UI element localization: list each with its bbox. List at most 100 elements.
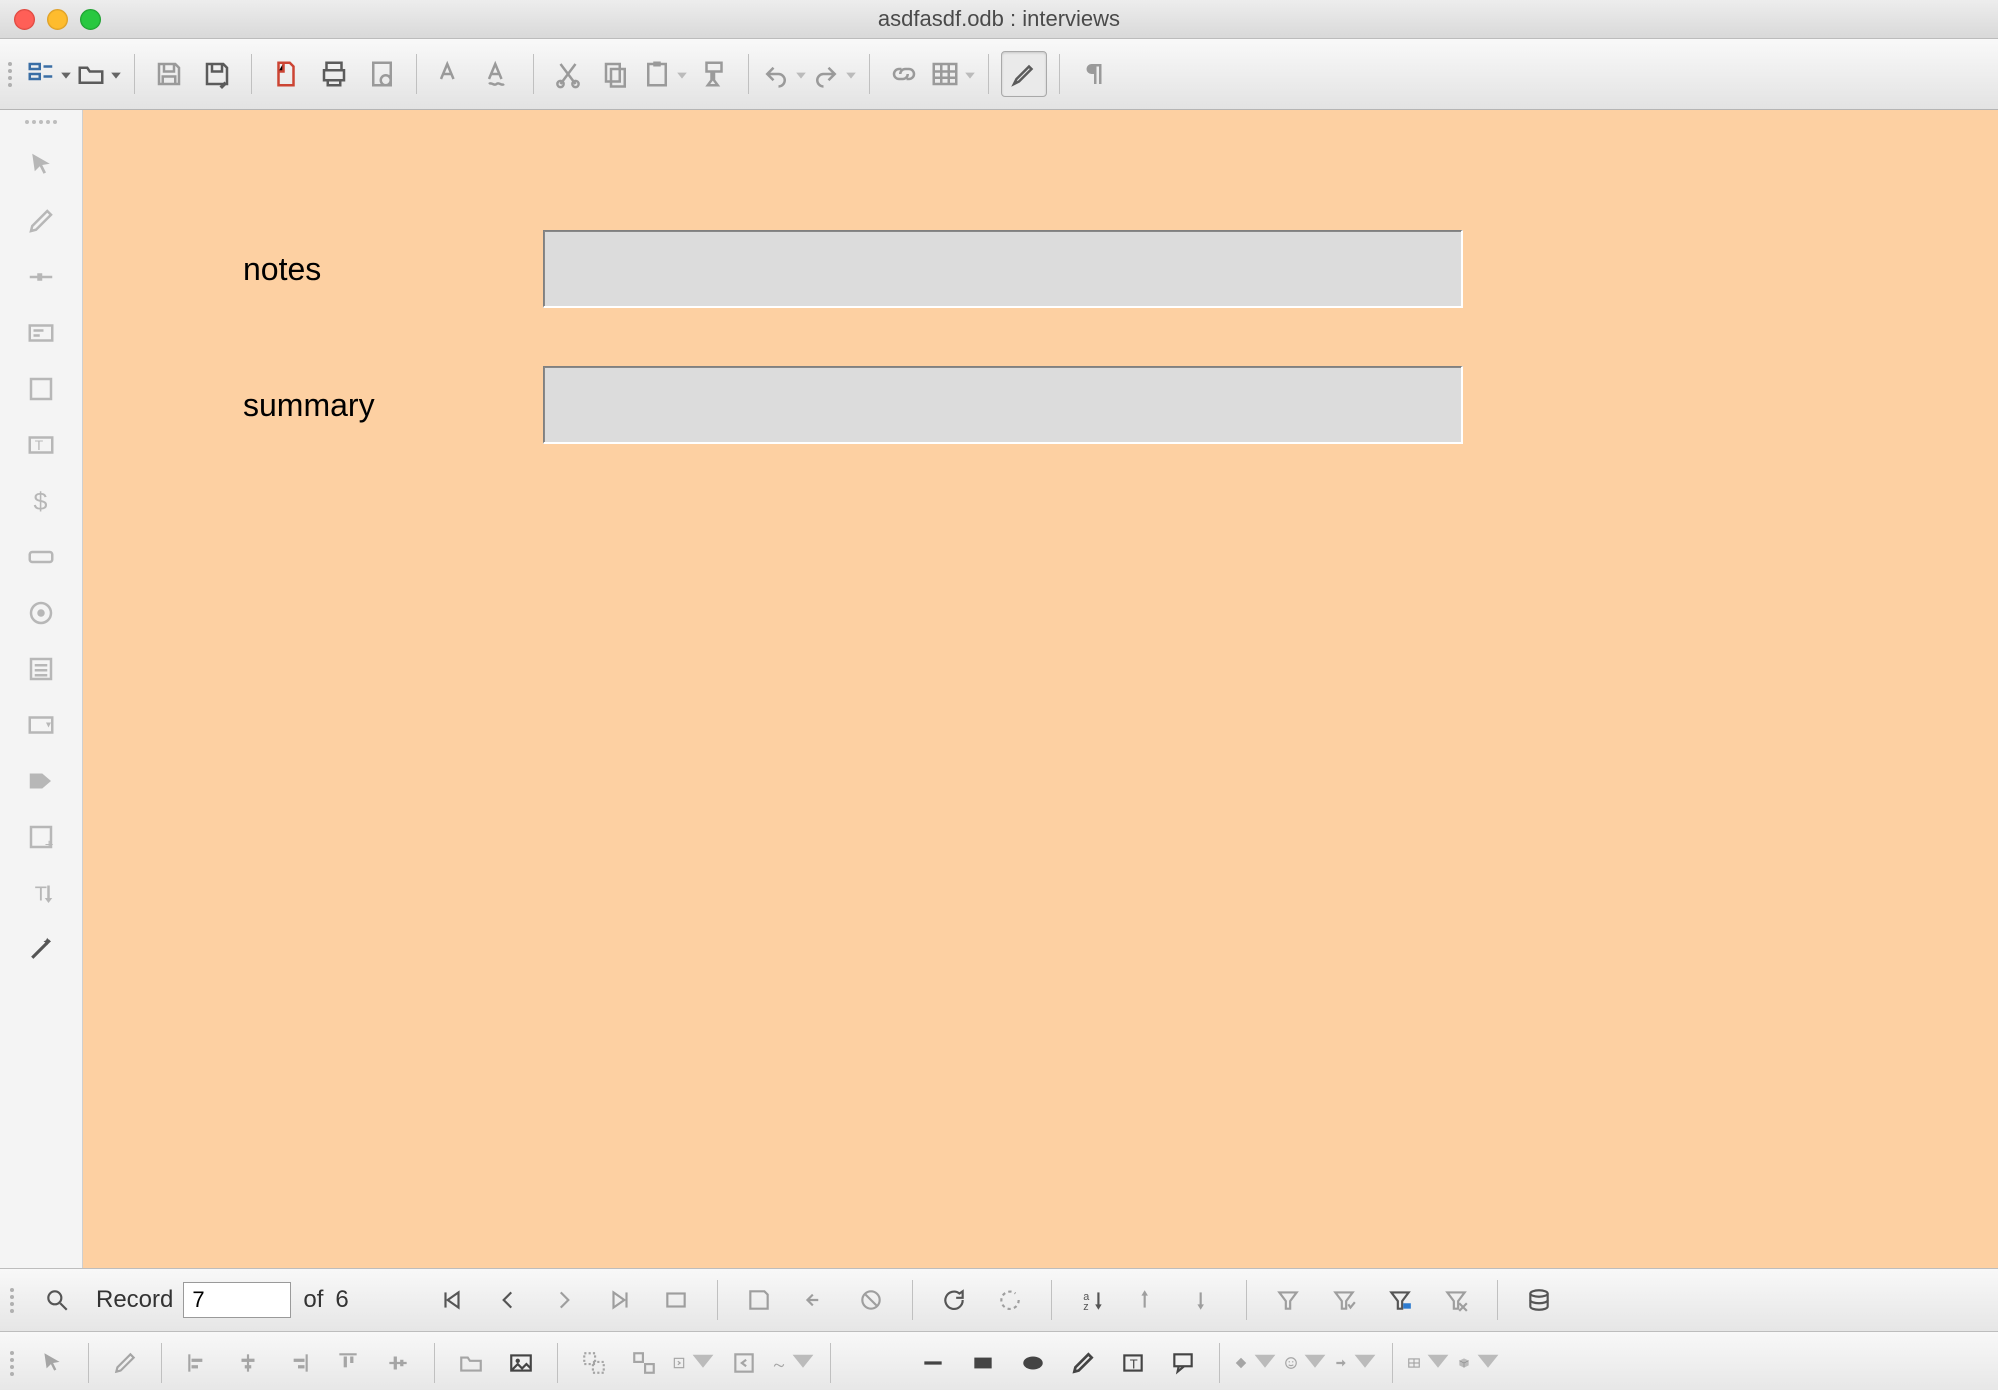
insert-image-button[interactable]: [499, 1341, 543, 1385]
toolbar-grip[interactable]: [10, 1280, 20, 1320]
last-record-button[interactable]: [597, 1277, 643, 1323]
autofilter-button[interactable]: [1265, 1277, 1311, 1323]
insert-table-button[interactable]: [1407, 1341, 1451, 1385]
chevron-down-icon[interactable]: [795, 61, 807, 87]
select-draw-button[interactable]: [30, 1341, 74, 1385]
form-canvas-scroll[interactable]: notes summary: [83, 110, 1998, 1268]
vertical-text-tool[interactable]: T: [18, 870, 64, 916]
exit-group-button[interactable]: [722, 1341, 766, 1385]
formatting-marks-button[interactable]: [1072, 52, 1116, 96]
align-middle-button[interactable]: [376, 1341, 420, 1385]
3d-objects-button[interactable]: [1457, 1341, 1501, 1385]
data-source-button[interactable]: [1516, 1277, 1562, 1323]
highlighting-button[interactable]: [1001, 51, 1047, 97]
notes-input[interactable]: [543, 230, 1463, 308]
remove-filter-button[interactable]: [1433, 1277, 1479, 1323]
wizard-tool[interactable]: [18, 926, 64, 972]
label-field-tool[interactable]: [18, 310, 64, 356]
edit-tool[interactable]: [18, 198, 64, 244]
image-control-tool[interactable]: [18, 758, 64, 804]
chevron-down-icon[interactable]: [1425, 1347, 1451, 1379]
close-window-button[interactable]: [14, 9, 35, 30]
checkbox-tool[interactable]: [18, 366, 64, 412]
new-record-button[interactable]: [653, 1277, 699, 1323]
edit-points-button[interactable]: [103, 1341, 147, 1385]
print-preview-button[interactable]: [360, 52, 404, 96]
chevron-down-icon[interactable]: [790, 1347, 816, 1379]
next-record-button[interactable]: [541, 1277, 587, 1323]
minimize-window-button[interactable]: [47, 9, 68, 30]
text-draw-button[interactable]: T: [1111, 1341, 1155, 1385]
callout-draw-button[interactable]: [1161, 1341, 1205, 1385]
save-record-button[interactable]: [736, 1277, 782, 1323]
sort-button[interactable]: az: [1070, 1277, 1116, 1323]
ungroup-button[interactable]: [622, 1341, 666, 1385]
clone-formatting-button[interactable]: [692, 52, 736, 96]
open-draw-folder-button[interactable]: [449, 1341, 493, 1385]
chevron-down-icon[interactable]: [690, 1347, 716, 1379]
chevron-down-icon[interactable]: [676, 61, 688, 87]
align-center-button[interactable]: [226, 1341, 270, 1385]
align-left-button[interactable]: [176, 1341, 220, 1385]
align-right-button[interactable]: [276, 1341, 320, 1385]
freeform-button[interactable]: [772, 1341, 816, 1385]
record-number-input[interactable]: [183, 1282, 291, 1318]
toolbar-grip[interactable]: [10, 1343, 20, 1383]
undo-record-button[interactable]: [792, 1277, 838, 1323]
line-draw-button[interactable]: [911, 1341, 955, 1385]
text-box-tool[interactable]: T: [18, 422, 64, 468]
chevron-down-icon[interactable]: [845, 61, 857, 87]
chevron-down-icon[interactable]: [1302, 1347, 1328, 1379]
apply-filter-button[interactable]: [1321, 1277, 1367, 1323]
more-controls-tool[interactable]: +: [18, 814, 64, 860]
basic-shapes-button[interactable]: [1234, 1341, 1278, 1385]
redo-button[interactable]: [811, 52, 857, 96]
chevron-down-icon[interactable]: [1252, 1347, 1278, 1379]
align-top-button[interactable]: [326, 1341, 370, 1385]
chevron-down-icon[interactable]: [964, 61, 976, 87]
summary-input[interactable]: [543, 366, 1463, 444]
enter-group-button[interactable]: [672, 1341, 716, 1385]
auto-spellcheck-button[interactable]: [477, 52, 521, 96]
line-tool[interactable]: [18, 254, 64, 300]
undo-button[interactable]: [761, 52, 807, 96]
cut-button[interactable]: [546, 52, 590, 96]
chevron-down-icon[interactable]: [1352, 1347, 1378, 1379]
sort-asc-button[interactable]: [1126, 1277, 1172, 1323]
hyperlink-button[interactable]: [882, 52, 926, 96]
toolbar-grip[interactable]: [8, 54, 18, 94]
option-button-tool[interactable]: [18, 590, 64, 636]
chevron-down-icon[interactable]: [110, 61, 122, 87]
list-box-tool[interactable]: [18, 646, 64, 692]
arrow-shapes-button[interactable]: [1334, 1341, 1378, 1385]
rect-draw-button[interactable]: [961, 1341, 1005, 1385]
refresh-button[interactable]: [931, 1277, 977, 1323]
zoom-window-button[interactable]: [80, 9, 101, 30]
open-button[interactable]: [76, 52, 122, 96]
ellipse-draw-button[interactable]: [1011, 1341, 1055, 1385]
save-as-button[interactable]: [195, 52, 239, 96]
form-design-button[interactable]: [26, 52, 72, 96]
select-tool[interactable]: [18, 142, 64, 188]
pencil-draw-button[interactable]: [1061, 1341, 1105, 1385]
push-button-tool[interactable]: [18, 534, 64, 580]
spellcheck-button[interactable]: [429, 52, 473, 96]
paste-button[interactable]: [642, 52, 688, 96]
table-button[interactable]: [930, 52, 976, 96]
refresh-control-button[interactable]: [987, 1277, 1033, 1323]
export-pdf-button[interactable]: [264, 52, 308, 96]
sort-desc-button[interactable]: [1182, 1277, 1228, 1323]
first-record-button[interactable]: [429, 1277, 475, 1323]
delete-record-button[interactable]: [848, 1277, 894, 1323]
chevron-down-icon[interactable]: [60, 61, 72, 87]
currency-field-tool[interactable]: $: [18, 478, 64, 524]
form-canvas[interactable]: notes summary: [83, 110, 1998, 1268]
prev-record-button[interactable]: [485, 1277, 531, 1323]
copy-button[interactable]: [594, 52, 638, 96]
print-button[interactable]: [312, 52, 356, 96]
symbol-shapes-button[interactable]: [1284, 1341, 1328, 1385]
toolbar-grip[interactable]: [16, 120, 66, 128]
chevron-down-icon[interactable]: [1475, 1347, 1501, 1379]
group-button[interactable]: [572, 1341, 616, 1385]
find-record-button[interactable]: [34, 1277, 80, 1323]
